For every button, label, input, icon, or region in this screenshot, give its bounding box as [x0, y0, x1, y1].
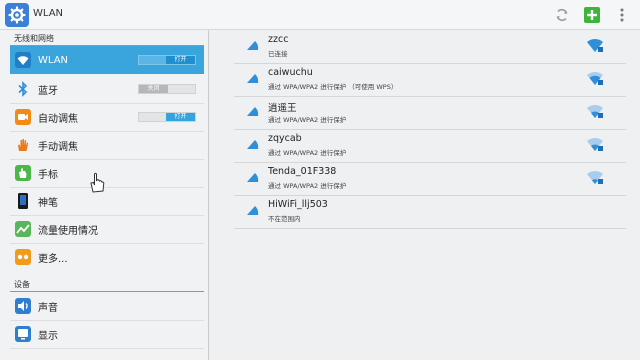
- wifi-icon: [14, 51, 32, 69]
- network-item-tenda[interactable]: Tenda_01F338 通过 WPA/WPA2 进行保护: [234, 162, 626, 195]
- wifi-signal-icon: [247, 74, 259, 83]
- sidebar-item-label: 流量使用情况: [38, 225, 98, 237]
- sidebar-item-label: 手标: [38, 169, 58, 181]
- wifi-signal-locked-icon: [587, 104, 603, 118]
- hand-cursor-icon: [86, 170, 110, 194]
- network-ssid: HiWiFi_llj503: [268, 199, 328, 210]
- network-divider: [234, 228, 626, 229]
- network-item-zzcc[interactable]: zzcc 已连接: [234, 30, 626, 63]
- add-network-icon[interactable]: [582, 5, 602, 25]
- toggle-state-label: 打开: [166, 113, 195, 121]
- network-ssid: caiwuchu: [268, 67, 313, 78]
- sidebar-item-label: 自动调焦: [38, 113, 78, 125]
- wifi-signal-locked-icon: [587, 71, 603, 85]
- network-status: 通过 WPA/WPA2 进行保护: [268, 116, 347, 124]
- network-status: 通过 WPA/WPA2 进行保护 （可使用 WPS）: [268, 83, 398, 91]
- sidebar-item-manual-focus[interactable]: 手动调焦: [10, 131, 204, 159]
- network-ssid: Tenda_01F338: [268, 166, 337, 177]
- network-status: 通过 WPA/WPA2 进行保护: [268, 149, 347, 157]
- camera-icon: [14, 108, 32, 126]
- wifi-signal-icon: [247, 41, 259, 50]
- network-item-zqycab[interactable]: zqycab 通过 WPA/WPA2 进行保护: [234, 129, 626, 162]
- app-title: WLAN: [33, 8, 64, 19]
- toggle-state-label: 打开: [166, 56, 195, 64]
- section-header-device: 设备: [14, 280, 30, 289]
- network-ssid: 逍遥王: [268, 103, 297, 114]
- display-icon: [14, 325, 32, 343]
- network-ssid: zqycab: [268, 133, 302, 144]
- sound-icon: [14, 297, 32, 315]
- sidebar-item-bluetooth[interactable]: 蓝牙 关闭: [10, 75, 204, 103]
- wifi-signal-locked-icon: [587, 170, 603, 184]
- refresh-icon[interactable]: [552, 5, 572, 25]
- settings-sidebar: 无线和网络 WLAN 打开 蓝牙 关闭 自动调焦 打开 手动调焦 手标 神笔 流…: [0, 30, 209, 360]
- settings-icon[interactable]: [5, 3, 29, 27]
- sidebar-item-label: WLAN: [38, 54, 69, 66]
- network-item-xiaoyaowang[interactable]: 逍遥王 通过 WPA/WPA2 进行保护: [234, 96, 626, 129]
- network-item-hiwifi[interactable]: HiWiFi_llj503 不在范围内: [234, 195, 626, 228]
- more-icon: [14, 248, 32, 266]
- sidebar-item-sound[interactable]: 声音: [10, 292, 204, 320]
- sidebar-item-label: 更多...: [38, 253, 68, 265]
- sidebar-item-label: 声音: [38, 302, 58, 314]
- sidebar-item-label: 蓝牙: [38, 85, 58, 97]
- wifi-signal-icon: [247, 173, 259, 182]
- sidebar-item-data-usage[interactable]: 流量使用情况: [10, 215, 204, 243]
- sidebar-item-label: 神笔: [38, 197, 58, 209]
- wifi-signal-icon: [247, 107, 259, 116]
- wifi-signal-icon: [247, 140, 259, 149]
- sidebar-item-more[interactable]: 更多...: [10, 243, 204, 271]
- hand-icon: [14, 136, 32, 154]
- wifi-signal-locked-icon: [587, 137, 603, 151]
- sidebar-item-label: 显示: [38, 330, 58, 342]
- action-bar: WLAN: [0, 0, 640, 30]
- wlan-toggle[interactable]: 打开: [138, 55, 196, 65]
- pen-icon: [14, 192, 32, 210]
- section-header-wireless: 无线和网络: [14, 34, 54, 43]
- network-ssid: zzcc: [268, 34, 289, 45]
- data-usage-icon: [14, 220, 32, 238]
- network-status: 已连接: [268, 50, 288, 58]
- sidebar-item-label: 手动调焦: [38, 141, 78, 153]
- sidebar-item-wlan[interactable]: WLAN 打开: [10, 46, 204, 74]
- overflow-menu-icon[interactable]: [612, 5, 632, 25]
- network-item-caiwuchu[interactable]: caiwuchu 通过 WPA/WPA2 进行保护 （可使用 WPS）: [234, 63, 626, 96]
- auto-focus-toggle[interactable]: 打开: [138, 112, 196, 122]
- item-divider: [10, 348, 204, 349]
- wifi-network-list: zzcc 已连接 caiwuchu 通过 WPA/WPA2 进行保护 （可使用 …: [234, 30, 626, 360]
- glove-icon: [14, 164, 32, 182]
- sidebar-item-auto-focus[interactable]: 自动调焦 打开: [10, 103, 204, 131]
- toggle-state-label: 关闭: [139, 85, 168, 93]
- bluetooth-toggle[interactable]: 关闭: [138, 84, 196, 94]
- network-status: 通过 WPA/WPA2 进行保护: [268, 182, 347, 190]
- wifi-signal-icon: [247, 206, 259, 215]
- network-status: 不在范围内: [268, 215, 301, 223]
- wifi-signal-locked-icon: [587, 38, 603, 52]
- sidebar-item-display[interactable]: 显示: [10, 320, 204, 348]
- bluetooth-icon: [14, 80, 32, 98]
